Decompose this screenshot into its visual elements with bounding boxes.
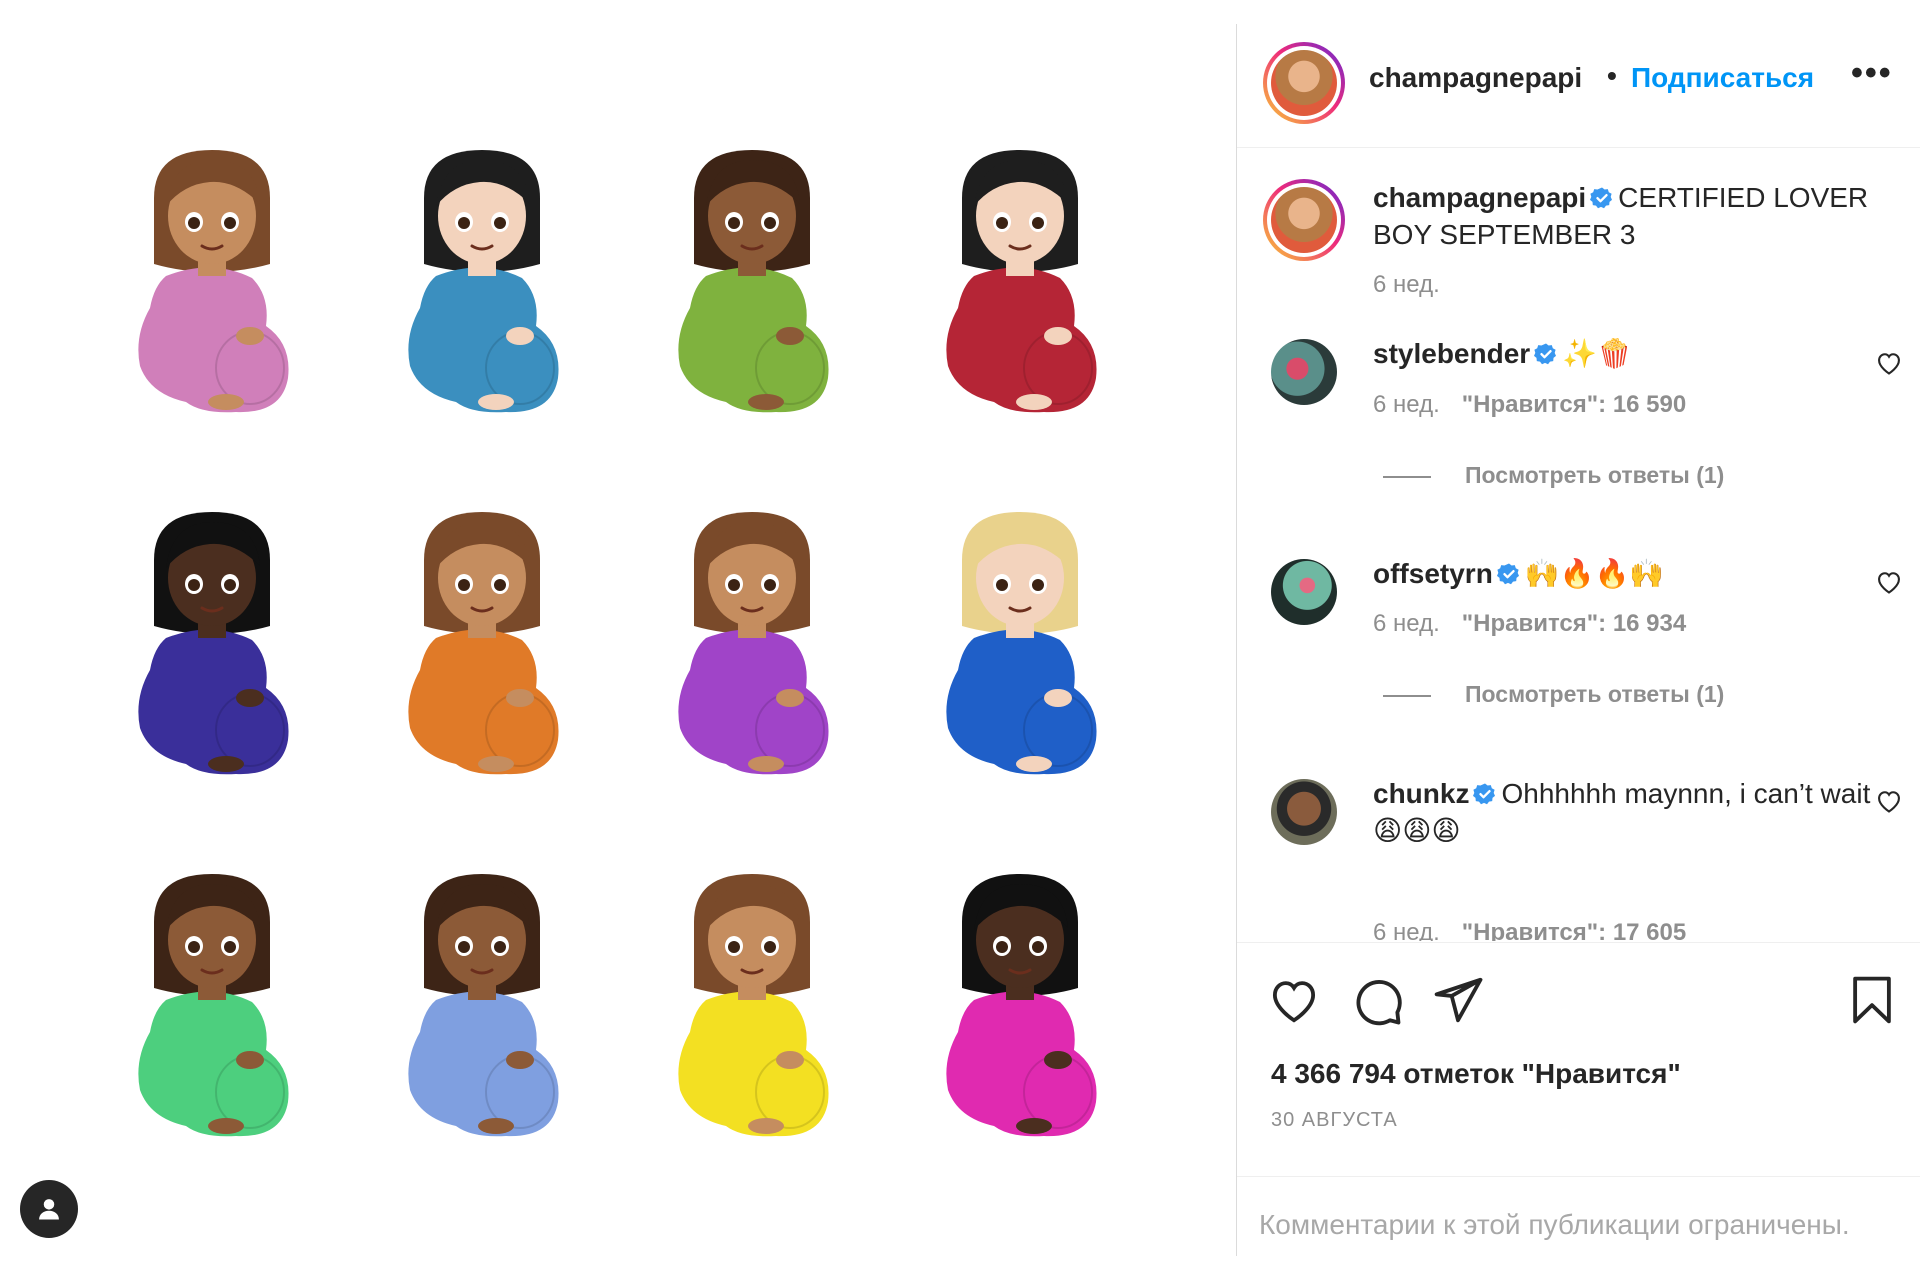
header-separator: • [1607,60,1617,91]
comment-likes[interactable]: "Нравится": 16 934 [1462,610,1686,637]
user-tag-icon [39,1199,59,1220]
comment-username[interactable]: offsetyrn [1373,558,1493,589]
comment-likes[interactable]: "Нравится": 16 590 [1462,391,1686,418]
pregnant-woman-emoji [946,150,1097,413]
comment-like-icon[interactable] [1875,349,1903,377]
comment-icon[interactable] [1351,973,1405,1027]
pregnant-woman-emoji [138,512,289,775]
pregnant-woman-emoji [678,874,829,1137]
bookmark-icon[interactable] [1845,973,1899,1027]
pregnant-woman-emoji [408,512,559,775]
pregnant-woman-emoji [408,874,559,1137]
comment-username[interactable]: chunkz [1373,778,1469,809]
post-sidebar: champagnepapi • Подписаться ••• champagn… [1236,24,1920,1256]
pregnant-woman-emoji [138,150,289,413]
post-image[interactable] [0,0,1236,1280]
comment-avatar[interactable] [1271,559,1337,625]
author-avatar[interactable] [1271,50,1337,116]
caption-author-username[interactable]: champagnepapi [1373,182,1586,213]
user-tag-button[interactable] [20,1180,78,1238]
comment-like-icon[interactable] [1875,787,1903,815]
comment: stylebender ✨🍿 [1373,335,1893,372]
caption-time: 6 нед. [1373,271,1440,298]
pregnant-woman-emoji [408,150,559,413]
comment-username[interactable]: stylebender [1373,338,1530,369]
more-options-button[interactable]: ••• [1851,54,1893,93]
pregnant-woman-emoji [946,512,1097,775]
author-story-ring[interactable] [1263,42,1345,124]
comment: chunkz Ohhhhhh maynnn, i can’t wait 😩😩😩 [1373,775,1893,849]
replies-divider [1383,694,1431,697]
verified-icon [1496,563,1519,585]
view-replies-button[interactable]: Посмотреть ответы (1) [1383,462,1724,489]
verified-icon [1473,783,1496,805]
caption-author-avatar[interactable] [1271,187,1337,253]
comments-list[interactable]: champagnepapi CERTIFIED LOVER BOY SEPTEMB… [1237,149,1920,941]
comment-section-footer: Комментарии к этой публикации ограничены… [1237,1176,1920,1256]
verified-icon [1590,187,1613,209]
comments-limited-notice: Комментарии к этой публикации ограничены… [1259,1209,1850,1240]
comment-text: 🙌🔥🔥🙌 [1524,558,1665,589]
likes-count[interactable]: 4 366 794 отметок "Нравится" [1271,1058,1681,1090]
comment-likes[interactable]: "Нравится": 17 605 [1462,919,1686,941]
comment-avatar[interactable] [1271,339,1337,405]
author-username[interactable]: champagnepapi [1369,62,1582,94]
comment-time: 6 нед. [1373,391,1440,418]
post-actions: 4 366 794 отметок "Нравится" 30 АВГУСТА [1237,942,1920,1176]
view-replies-button[interactable]: Посмотреть ответы (1) [1383,681,1724,708]
view-replies-label: Посмотреть ответы (1) [1465,462,1725,488]
comment-time: 6 нед. [1373,919,1440,941]
pregnant-woman-emoji [678,150,829,413]
comment-time: 6 нед. [1373,610,1440,637]
replies-divider [1383,475,1431,478]
verified-icon [1534,343,1557,365]
comment-meta: 6 нед. "Нравится": 17 605 [1373,919,1686,941]
comment-text: ✨🍿 [1562,338,1632,369]
share-icon[interactable] [1431,973,1485,1027]
caption-author-story-ring[interactable] [1263,179,1345,261]
view-replies-label: Посмотреть ответы (1) [1465,681,1725,707]
pregnant-woman-emoji [678,512,829,775]
comment-meta: 6 нед. "Нравится": 16 590 [1373,391,1686,419]
comment-meta: 6 нед. "Нравится": 16 934 [1373,610,1686,638]
pregnant-woman-emoji [946,874,1097,1137]
comment-avatar[interactable] [1271,779,1337,845]
comment: offsetyrn 🙌🔥🔥🙌 [1373,555,1893,592]
caption: champagnepapi CERTIFIED LOVER BOY SEPTEMB… [1373,179,1893,253]
comment-like-icon[interactable] [1875,568,1903,596]
follow-button[interactable]: Подписаться [1631,62,1814,94]
pregnant-woman-emoji [138,874,289,1137]
heart-icon[interactable] [1267,973,1321,1027]
post-header: champagnepapi • Подписаться ••• [1237,24,1920,148]
post-date[interactable]: 30 АВГУСТА [1271,1109,1398,1132]
